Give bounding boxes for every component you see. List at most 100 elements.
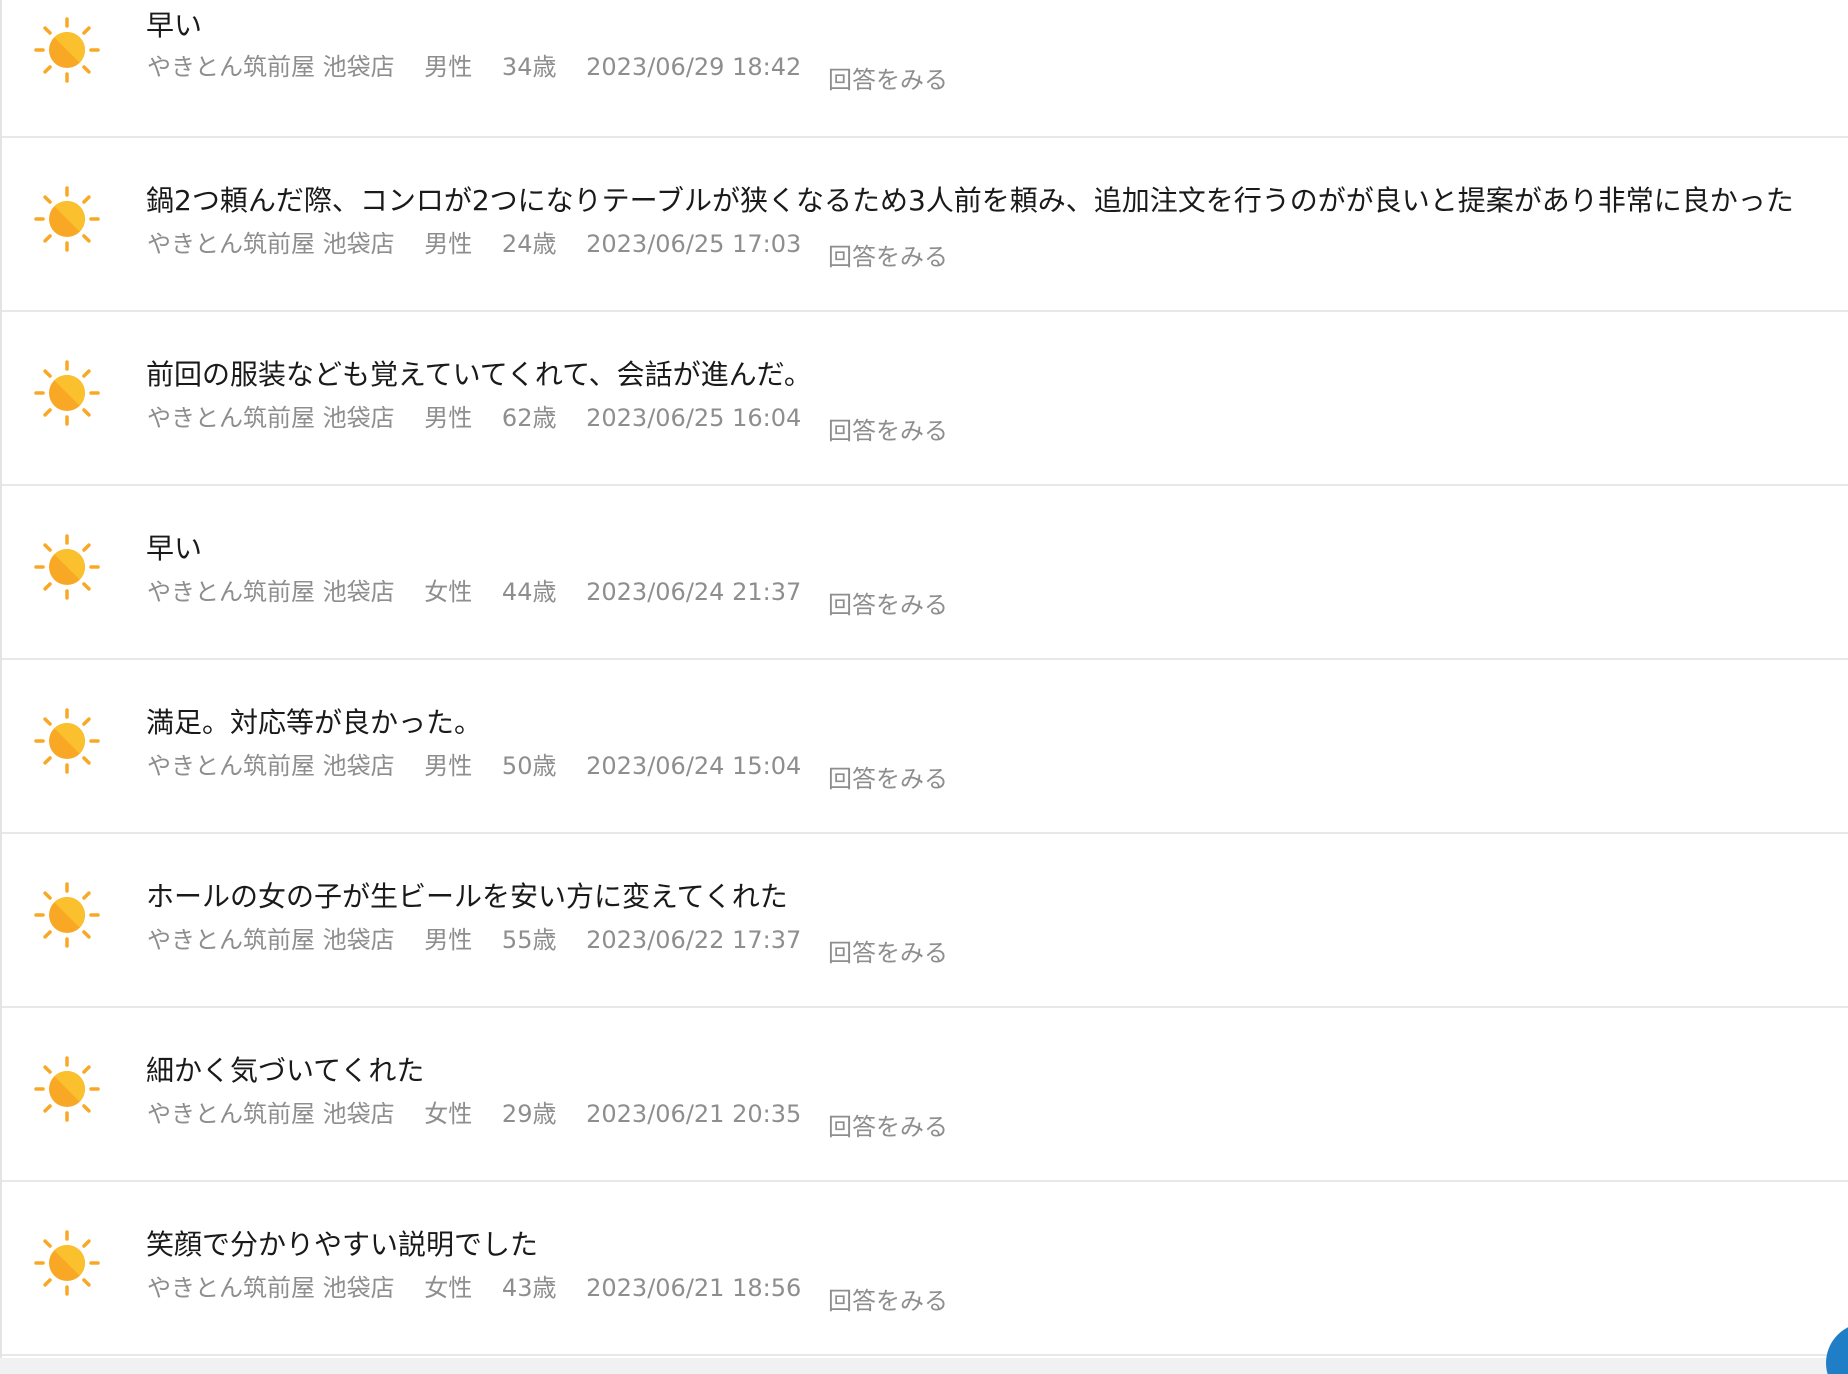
sun-ray	[82, 1065, 91, 1074]
sun-ray	[43, 582, 52, 591]
comment-text: ホールの女の子が生ビールを安い方に変えてくれた	[146, 880, 788, 913]
sun-icon-graphic	[34, 882, 100, 948]
age: 55歳	[501, 926, 557, 954]
datetime: 2023/06/29 18:42	[586, 53, 802, 81]
sun-ray	[43, 930, 52, 939]
age: 43歳	[501, 1274, 557, 1302]
gender: 女性	[424, 578, 473, 606]
feedback-list-page: 早い やきとん筑前屋 池袋店 男性 34歳 2023/06/29 18:42 回…	[0, 0, 1848, 1374]
meta-line: やきとん筑前屋 池袋店 女性 44歳 2023/06/24 21:37	[147, 577, 801, 607]
store-name: やきとん筑前屋 池袋店	[147, 578, 395, 606]
list-item: 早い やきとん筑前屋 池袋店 女性 44歳 2023/06/24 21:37 回…	[2, 486, 1848, 660]
sun-icon-graphic	[34, 186, 100, 252]
gender: 男性	[424, 230, 473, 258]
meta-line: やきとん筑前屋 池袋店 男性 50歳 2023/06/24 15:04	[147, 751, 801, 781]
gender: 男性	[424, 404, 473, 432]
sun-ray	[43, 26, 52, 35]
sun-ray	[82, 65, 91, 74]
sun-ray	[43, 65, 52, 74]
gender: 女性	[424, 1274, 473, 1302]
view-answer-link[interactable]: 回答をみる	[828, 764, 948, 794]
sun-icon-graphic	[34, 1230, 100, 1296]
comment-text: 早い	[146, 532, 203, 565]
view-answer-link[interactable]: 回答をみる	[828, 1286, 948, 1316]
view-answer-link[interactable]: 回答をみる	[828, 1112, 948, 1142]
sun-icon-graphic	[34, 1056, 100, 1122]
sun-icon-graphic	[34, 17, 100, 83]
sun-ray	[82, 756, 91, 765]
bottom-bar	[0, 1358, 1848, 1374]
sun-icon	[34, 360, 100, 426]
datetime: 2023/06/24 15:04	[586, 752, 802, 780]
sun-ray	[43, 1239, 52, 1248]
store-name: やきとん筑前屋 池袋店	[147, 1100, 395, 1128]
list-item: 笑顔で分かりやすい説明でした やきとん筑前屋 池袋店 女性 43歳 2023/0…	[2, 1182, 1848, 1356]
meta-line: やきとん筑前屋 池袋店 男性 62歳 2023/06/25 16:04	[147, 403, 801, 433]
sun-ray	[43, 717, 52, 726]
sun-ray	[82, 717, 91, 726]
datetime: 2023/06/25 17:03	[586, 230, 802, 258]
sun-ray	[82, 1104, 91, 1113]
sun-icon	[34, 882, 100, 948]
age: 24歳	[501, 230, 557, 258]
view-answer-link[interactable]: 回答をみる	[828, 416, 948, 446]
view-answer-link[interactable]: 回答をみる	[828, 65, 948, 95]
list-item: ホールの女の子が生ビールを安い方に変えてくれた やきとん筑前屋 池袋店 男性 5…	[2, 834, 1848, 1008]
sun-ray	[43, 891, 52, 900]
comment-text: 笑顔で分かりやすい説明でした	[146, 1228, 539, 1261]
sun-ray	[43, 369, 52, 378]
comment-text: 鍋2つ頼んだ際、コンロが2つになりテーブルが狭くなるため3人前を頼み、追加注文を…	[146, 184, 1794, 217]
list-item: 早い やきとん筑前屋 池袋店 男性 34歳 2023/06/29 18:42 回…	[2, 0, 1848, 138]
list-item: 前回の服装なども覚えていてくれて、会話が進んだ。 やきとん筑前屋 池袋店 男性 …	[2, 312, 1848, 486]
store-name: やきとん筑前屋 池袋店	[147, 1274, 395, 1302]
store-name: やきとん筑前屋 池袋店	[147, 752, 395, 780]
sun-ray	[82, 234, 91, 243]
sun-ray	[43, 543, 52, 552]
sun-icon-graphic	[34, 534, 100, 600]
age: 50歳	[501, 752, 557, 780]
sun-ray	[82, 1239, 91, 1248]
store-name: やきとん筑前屋 池袋店	[147, 53, 395, 81]
list-item: 細かく気づいてくれた やきとん筑前屋 池袋店 女性 29歳 2023/06/21…	[2, 1008, 1848, 1182]
sun-ray	[43, 1104, 52, 1113]
datetime: 2023/06/21 18:56	[586, 1274, 802, 1302]
sun-ray	[82, 369, 91, 378]
meta-line: やきとん筑前屋 池袋店 女性 43歳 2023/06/21 18:56	[147, 1273, 801, 1303]
meta-line: やきとん筑前屋 池袋店 男性 55歳 2023/06/22 17:37	[147, 925, 801, 955]
datetime: 2023/06/24 21:37	[586, 578, 802, 606]
comment-text: 満足。対応等が良かった。	[146, 706, 483, 739]
age: 29歳	[501, 1100, 557, 1128]
sun-ray	[43, 408, 52, 417]
datetime: 2023/06/25 16:04	[586, 404, 802, 432]
sun-ray	[43, 195, 52, 204]
meta-line: やきとん筑前屋 池袋店 男性 24歳 2023/06/25 17:03	[147, 229, 801, 259]
age: 62歳	[501, 404, 557, 432]
age: 44歳	[501, 578, 557, 606]
sun-ray	[43, 1065, 52, 1074]
sun-ray	[82, 26, 91, 35]
sun-ray	[43, 234, 52, 243]
sun-icon	[34, 1230, 100, 1296]
gender: 男性	[424, 926, 473, 954]
sun-icon	[34, 708, 100, 774]
list-item: 鍋2つ頼んだ際、コンロが2つになりテーブルが狭くなるため3人前を頼み、追加注文を…	[2, 138, 1848, 312]
datetime: 2023/06/22 17:37	[586, 926, 802, 954]
gender: 女性	[424, 1100, 473, 1128]
view-answer-link[interactable]: 回答をみる	[828, 242, 948, 272]
sun-ray	[82, 195, 91, 204]
feedback-list: 早い やきとん筑前屋 池袋店 男性 34歳 2023/06/29 18:42 回…	[2, 0, 1848, 1356]
gender: 男性	[424, 752, 473, 780]
sun-icon	[34, 186, 100, 252]
sun-icon	[34, 1056, 100, 1122]
meta-line: やきとん筑前屋 池袋店 男性 34歳 2023/06/29 18:42	[147, 52, 801, 82]
view-answer-link[interactable]: 回答をみる	[828, 938, 948, 968]
sun-icon	[34, 17, 100, 83]
sun-icon	[34, 534, 100, 600]
sun-ray	[82, 930, 91, 939]
sun-icon-graphic	[34, 360, 100, 426]
view-answer-link[interactable]: 回答をみる	[828, 590, 948, 620]
comment-text: 細かく気づいてくれた	[146, 1054, 425, 1087]
list-item: 満足。対応等が良かった。 やきとん筑前屋 池袋店 男性 50歳 2023/06/…	[2, 660, 1848, 834]
age: 34歳	[501, 53, 557, 81]
sun-ray	[82, 408, 91, 417]
